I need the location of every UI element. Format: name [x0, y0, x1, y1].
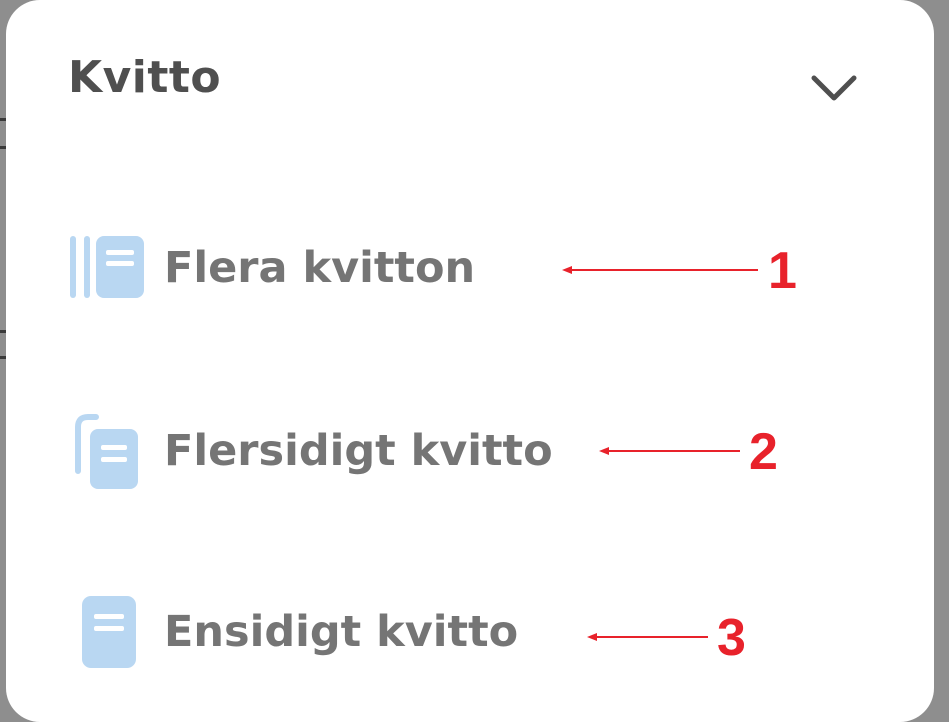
annotation-arrow-icon — [562, 266, 758, 274]
annotation-number: 2 — [749, 423, 778, 481]
option-multiple-receipts[interactable]: Flera kvitton — [66, 228, 475, 308]
annotation-number: 3 — [717, 609, 746, 667]
option-label: Flersidigt kvitto — [164, 425, 553, 476]
option-multipage-receipt[interactable]: Flersidigt kvitto — [66, 411, 553, 491]
option-label: Ensidigt kvitto — [164, 606, 519, 657]
receipt-type-sheet: Kvitto Flera kvitton Flersidigt kvitto E… — [6, 0, 934, 722]
annotation-arrow-icon — [587, 633, 708, 641]
option-label: Flera kvitton — [164, 242, 476, 293]
single-page-receipt-icon — [66, 592, 146, 672]
collapse-button[interactable] — [804, 64, 864, 114]
multiple-receipts-icon — [66, 228, 146, 308]
sheet-title: Kvitto — [68, 52, 222, 103]
multipage-receipt-icon — [66, 411, 146, 491]
annotation-arrow-icon — [599, 447, 740, 455]
chevron-down-icon — [811, 75, 857, 101]
option-single-page-receipt[interactable]: Ensidigt kvitto — [66, 592, 518, 672]
annotation-number: 1 — [768, 242, 797, 300]
